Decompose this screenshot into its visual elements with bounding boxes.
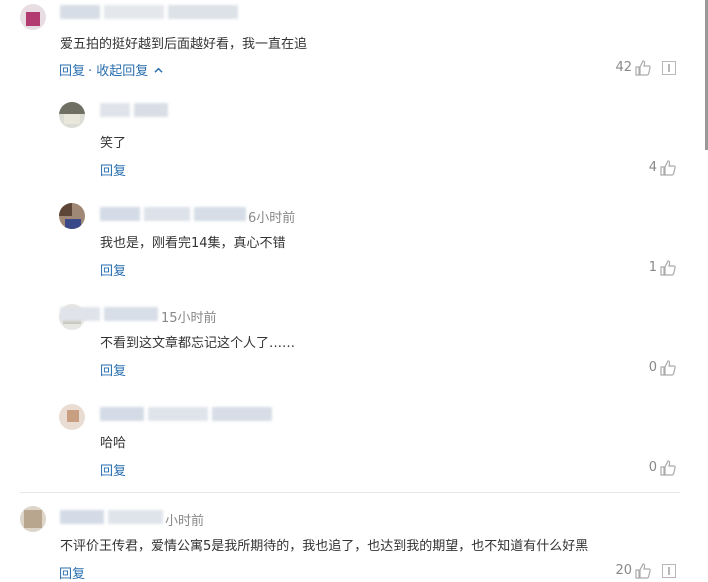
collapse-replies-label: · 收起回复 <box>88 64 149 79</box>
username[interactable] <box>60 510 165 524</box>
username[interactable] <box>60 307 160 321</box>
like-count: 0 <box>648 460 657 475</box>
comment-divider <box>20 492 680 493</box>
report-icon[interactable] <box>662 564 676 578</box>
comment-text: 笑了 <box>100 136 127 151</box>
comment-text: 不看到这文章都忘记这个人了…… <box>100 336 296 351</box>
avatar[interactable] <box>20 4 46 30</box>
thumbs-up-icon[interactable] <box>634 59 652 77</box>
thumbs-up-icon[interactable] <box>659 259 677 277</box>
avatar[interactable] <box>59 102 85 128</box>
username[interactable] <box>100 207 248 221</box>
like-count: 4 <box>648 160 657 175</box>
reply-button[interactable]: 回复 <box>100 160 126 179</box>
reply-button[interactable]: 回复 <box>100 360 126 379</box>
reply-button[interactable]: 回复 <box>100 260 126 279</box>
avatar[interactable] <box>59 404 85 430</box>
comment-text: 哈哈 <box>100 436 127 451</box>
like-count: 20 <box>615 563 632 578</box>
thumbs-up-icon[interactable] <box>659 159 677 177</box>
username[interactable] <box>60 5 240 19</box>
avatar[interactable] <box>59 203 85 229</box>
comment-time: 6小时前 <box>248 211 296 226</box>
report-icon[interactable] <box>662 61 676 75</box>
username[interactable] <box>100 407 275 421</box>
comment-time: 小时前 <box>165 514 205 529</box>
thumbs-up-icon[interactable] <box>634 562 652 580</box>
comment-text: 我也是，刚看完14集，真心不错 <box>100 236 286 251</box>
chevron-up-icon <box>154 67 164 73</box>
collapse-replies-button[interactable]: · 收起回复 <box>88 60 164 79</box>
thumbs-up-icon[interactable] <box>659 459 677 477</box>
reply-button[interactable]: 回复 <box>59 60 85 79</box>
comment-text: 不评价王传君，爱情公寓5是我所期待的，我也追了，也达到我的期望，也不知道有什么好… <box>60 539 589 554</box>
thumbs-up-icon[interactable] <box>659 359 677 377</box>
like-count: 1 <box>648 260 657 275</box>
username[interactable] <box>100 103 170 117</box>
avatar[interactable] <box>20 506 46 532</box>
comment-time: 15小时前 <box>161 311 217 326</box>
comment-text: 爱五拍的挺好越到后面越好看，我一直在追 <box>60 37 308 52</box>
like-count: 0 <box>648 360 657 375</box>
reply-button[interactable]: 回复 <box>100 460 126 479</box>
reply-button[interactable]: 回复 <box>59 563 85 582</box>
like-count: 42 <box>615 60 632 75</box>
